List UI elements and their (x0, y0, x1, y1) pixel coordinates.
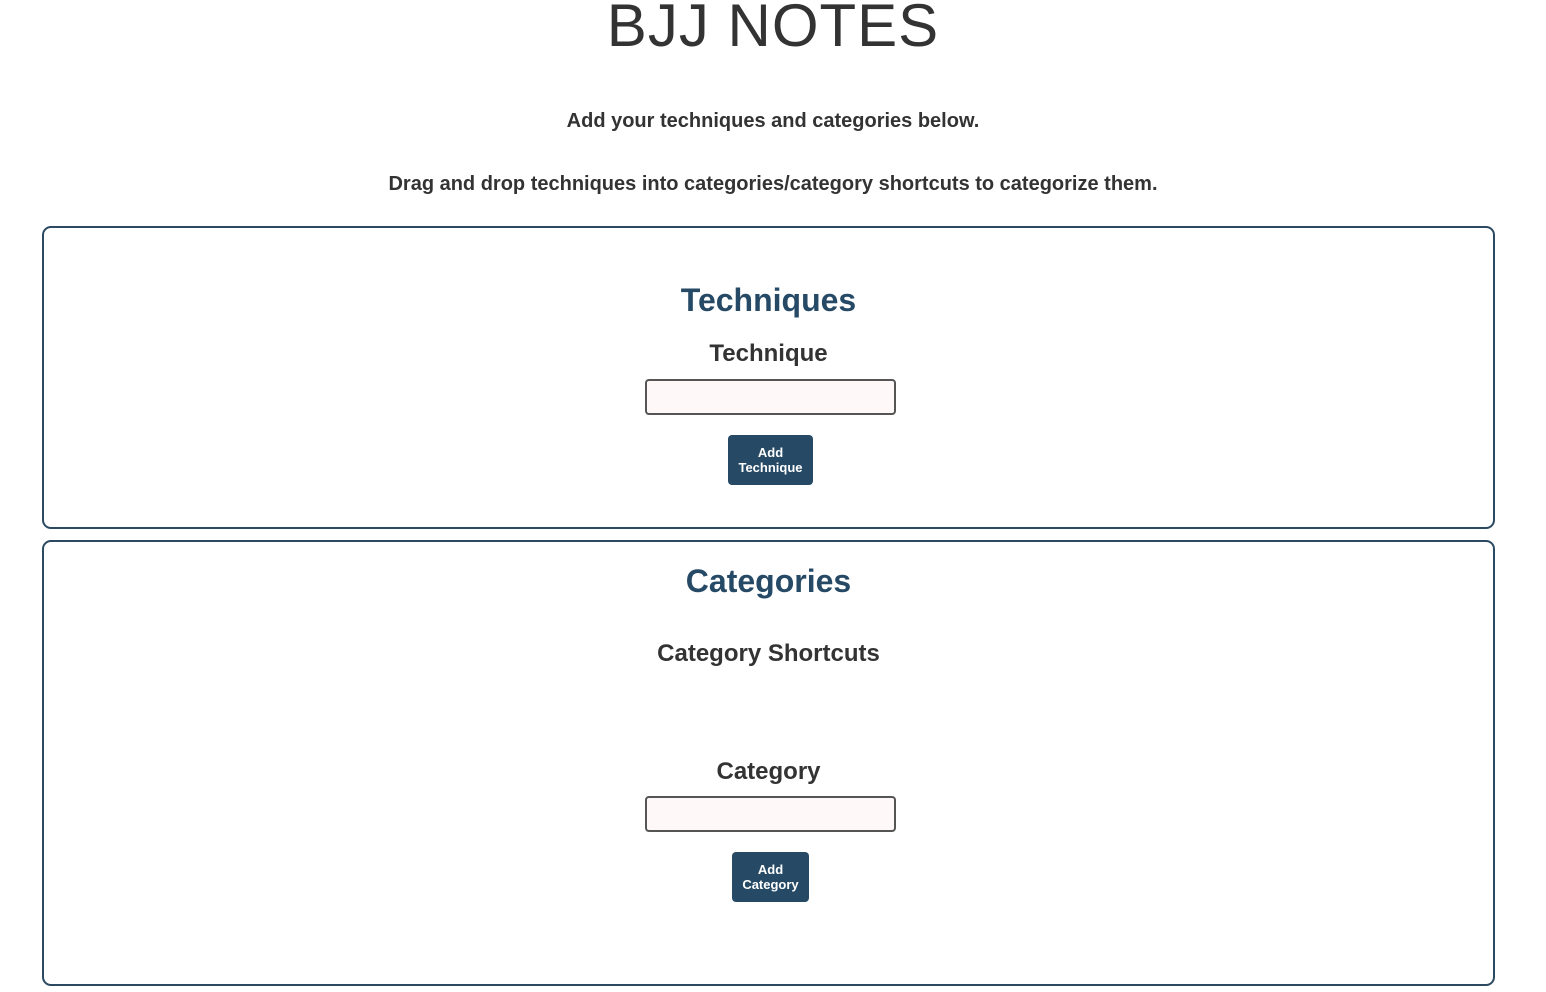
category-label: Category (716, 758, 821, 785)
add-technique-button-label-line1: Add (757, 445, 784, 460)
categories-list[interactable] (64, 914, 1473, 974)
category-shortcuts-heading: Category Shortcuts (657, 640, 880, 667)
intro-text-add: Add your techniques and categories below… (566, 110, 980, 132)
technique-label: Technique (709, 340, 828, 367)
technique-input[interactable] (645, 379, 896, 415)
add-category-button-label-line1: Add (757, 862, 784, 877)
add-category-button-label-line2: Category (742, 877, 799, 892)
techniques-panel: Techniques Technique Add Technique (42, 226, 1495, 529)
category-input[interactable] (645, 796, 896, 832)
add-technique-button[interactable]: Add Technique (728, 435, 813, 485)
app-title: BJJ NOTES (606, 0, 940, 59)
page: BJJ NOTES Add your techniques and catego… (0, 0, 1546, 992)
techniques-heading: Techniques (680, 282, 857, 318)
categories-heading: Categories (685, 563, 852, 599)
categories-panel: Categories Category Shortcuts Category A… (42, 540, 1495, 986)
add-category-button[interactable]: Add Category (732, 852, 809, 902)
intro-text-drag-drop: Drag and drop techniques into categories… (388, 173, 1158, 195)
add-technique-button-label-line2: Technique (738, 460, 803, 475)
category-shortcuts-drop-area[interactable] (64, 677, 1473, 747)
